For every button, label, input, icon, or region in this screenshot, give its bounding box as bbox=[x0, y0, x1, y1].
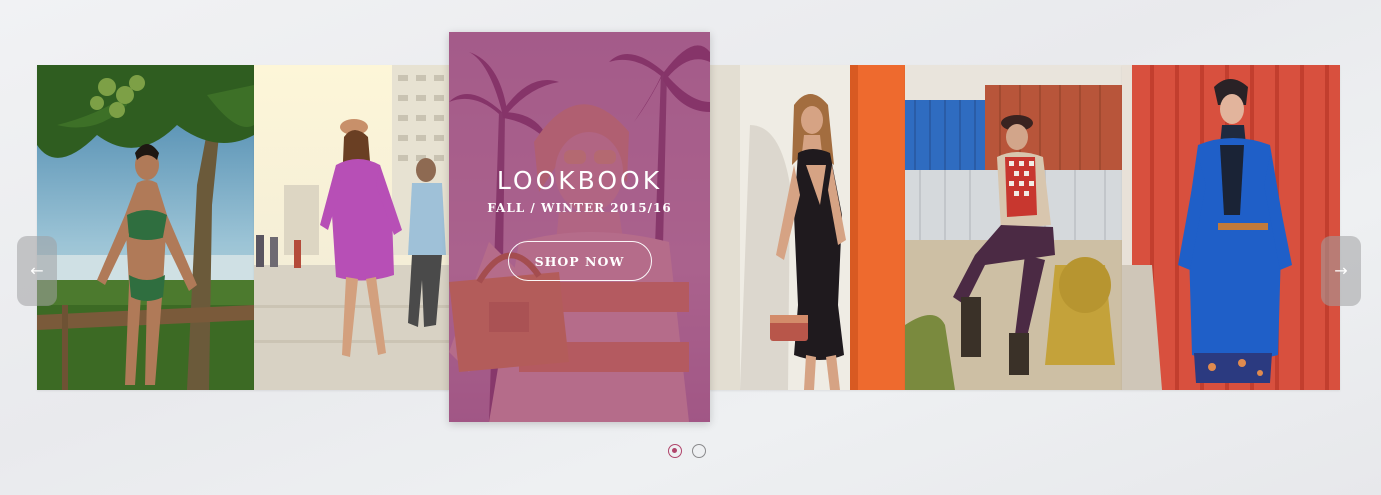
carousel-pagination bbox=[668, 444, 706, 458]
pagination-dot-1[interactable] bbox=[668, 444, 682, 458]
slide-containers-checkered[interactable] bbox=[905, 65, 1122, 390]
carousel-prev-button[interactable]: ← bbox=[17, 236, 57, 306]
lookbook-featured-photo bbox=[449, 32, 710, 422]
slide-blue-coat[interactable] bbox=[1122, 65, 1340, 390]
pagination-dot-2[interactable] bbox=[692, 444, 706, 458]
containers-checkered-photo bbox=[905, 65, 1122, 390]
blue-coat-photo bbox=[1122, 65, 1340, 390]
beach-swimwear-photo bbox=[37, 65, 254, 390]
slide-lookbook-featured[interactable]: LOOKBOOK FALL / WINTER 2015/16 SHOP NOW bbox=[449, 32, 710, 422]
street-pink-dress-photo bbox=[254, 65, 449, 390]
lookbook-carousel: LOOKBOOK FALL / WINTER 2015/16 SHOP NOW … bbox=[0, 0, 1381, 495]
slide-street-pink-dress[interactable] bbox=[254, 65, 449, 390]
arrow-right-icon: → bbox=[1334, 261, 1348, 280]
slide-black-dress[interactable] bbox=[710, 65, 905, 390]
slide-beach-swimwear[interactable] bbox=[37, 65, 254, 390]
black-dress-photo bbox=[710, 65, 905, 390]
shop-now-button[interactable]: SHOP NOW bbox=[507, 241, 652, 281]
arrow-left-icon: ← bbox=[30, 261, 44, 280]
carousel-next-button[interactable]: → bbox=[1321, 236, 1361, 306]
